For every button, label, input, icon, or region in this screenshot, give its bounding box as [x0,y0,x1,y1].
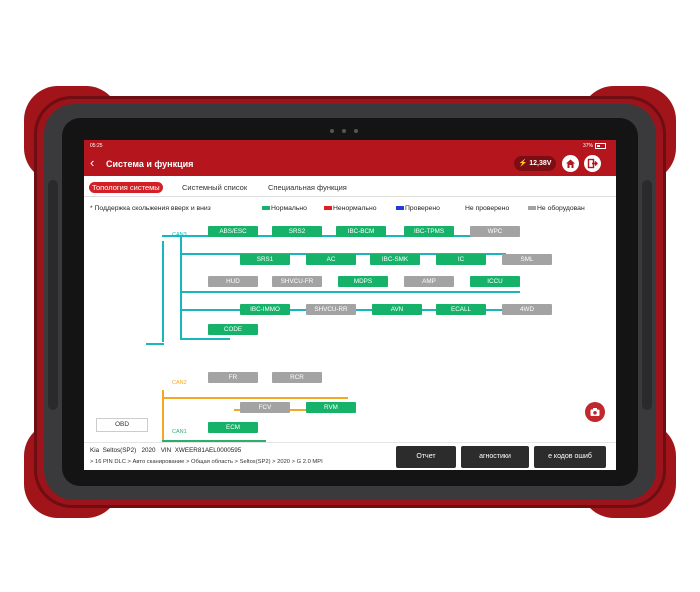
legend-checked-label: Проверено [405,205,440,212]
vehicle-make: Kia [90,447,100,454]
module-avn[interactable]: AVN [372,304,422,315]
bottom-bar: Kia Seltos(SP2) 2020 VIN XWEER81AEL00005… [84,442,616,470]
legend-unchecked: Не проверено [456,204,509,214]
tab-system-list[interactable]: Системный список [182,182,247,193]
diagnostics-button[interactable]: агностики [461,446,529,468]
battery-voltage-icon: ⚡ [518,160,528,167]
report-button[interactable]: Отчет [396,446,456,468]
checked-swatch [396,206,404,211]
back-arrow-icon[interactable]: ‹ [90,155,104,171]
module-ecall[interactable]: ECALL [436,304,486,315]
module-ibc-bcm[interactable]: IBC-BCM [336,226,386,237]
legend-normal-label: Нормально [271,205,307,212]
not-equipped-swatch [528,206,536,211]
can2-vertical [162,390,164,445]
sensor-dot [354,129,358,133]
module-ibc-smk[interactable]: IBC-SMK [370,254,420,265]
can3-vertical [180,236,182,338]
status-legend: * Поддержка скольжения вверх и вниз Норм… [90,204,612,216]
vin-label: VIN [160,447,172,454]
clear-codes-button[interactable]: е кодов ошиб [534,446,606,468]
module-iccu[interactable]: ICCU [470,276,520,287]
network-topology: CAN3 CAN2 CAN1 ABS/ESC SRS2 IBC-BCM IBC-… [84,220,616,445]
status-time: 05:25 [90,143,103,149]
module-sml[interactable]: SML [502,254,552,265]
module-mdps[interactable]: MDPS [338,276,388,287]
module-shvcu-rr[interactable]: SHVCU-RR [306,304,356,315]
can3-label: CAN3 [172,232,187,238]
module-rvm[interactable]: RVM [306,402,356,413]
can3-obd-stub [146,343,164,345]
vehicle-year: 2020 [141,447,156,454]
page-title: Система и функция [106,159,194,169]
legend-abnormal-label: Ненормально [333,205,377,212]
vehicle-info: Kia Seltos(SP2) 2020 VIN XWEER81AEL00005… [90,447,241,455]
screenshot-button[interactable] [585,402,605,422]
module-fcv[interactable]: FCV [240,402,290,413]
module-hud[interactable]: HUD [208,276,258,287]
battery-percent: 37% [582,143,593,149]
legend-hint: * Поддержка скольжения вверх и вниз [90,205,211,212]
home-button[interactable] [562,155,579,172]
can3-trunk-line [162,241,164,342]
unchecked-swatch [456,206,464,211]
tab-topology[interactable]: Топология системы [89,182,163,193]
device-screen: 05:25 37% ‹ Система и функция ⚡ 12,38V Т… [84,140,616,470]
module-ac[interactable]: AC [306,254,356,265]
vin-value: XWEER81AEL0000595 [174,447,242,454]
abnormal-swatch [324,206,332,211]
can3-code-line [180,338,230,340]
can3-bus-row3 [180,291,520,293]
module-code[interactable]: CODE [208,324,258,335]
module-abs-esc[interactable]: ABS/ESC [208,226,258,237]
exit-button[interactable] [584,155,601,172]
normal-swatch [262,206,270,211]
module-rcr[interactable]: RCR [272,372,322,383]
title-bar: ‹ Система и функция ⚡ 12,38V [84,152,616,176]
can2-label: CAN2 [172,380,187,386]
legend-checked: Проверено [396,204,440,214]
vehicle-model: Seltos(SP2) [102,447,137,454]
tab-bar: Топология системы Системный список Специ… [84,176,616,197]
module-amp[interactable]: AMP [404,276,454,287]
can3-bus-row4 [180,309,550,311]
sensor-dot [342,129,346,133]
breadcrumb: > 16 PIN DLC > Авто сканирование > Общая… [90,459,323,465]
legend-normal: Нормально [262,204,307,214]
module-fr[interactable]: FR [208,372,258,383]
battery-icon [595,142,606,149]
tab-special-function[interactable]: Специальная функция [268,182,347,193]
right-grip [642,180,652,410]
left-grip [48,180,58,410]
module-srs2[interactable]: SRS2 [272,226,322,237]
home-icon [566,159,575,168]
module-ecm[interactable]: ECM [208,422,258,433]
obd-port: OBD [96,418,148,432]
legend-not-equipped-label: Не оборудован [537,205,585,212]
module-srs1[interactable]: SRS1 [240,254,290,265]
status-battery: 37% [583,140,606,152]
status-bar: 05:25 37% [84,140,616,152]
voltage-value: 12,38V [529,160,552,167]
legend-abnormal: Ненормально [324,204,377,214]
camera-icon [590,408,600,416]
module-shvcu-fr[interactable]: SHVCU-FR [272,276,322,287]
module-ibc-immo[interactable]: IBC-IMMO [240,304,290,315]
can1-label: CAN1 [172,429,187,435]
module-ic[interactable]: IC [436,254,486,265]
sensor-dot [330,129,334,133]
legend-not-equipped: Не оборудован [528,204,585,214]
module-wpc[interactable]: WPC [470,226,520,237]
module-ibc-tpms[interactable]: IBC-TPMS [404,226,454,237]
voltage-badge: ⚡ 12,38V [514,156,556,171]
legend-unchecked-label: Не проверено [465,205,510,212]
exit-icon [587,158,598,169]
module-4wd[interactable]: 4WD [502,304,552,315]
can2-bus-row1 [162,397,348,399]
